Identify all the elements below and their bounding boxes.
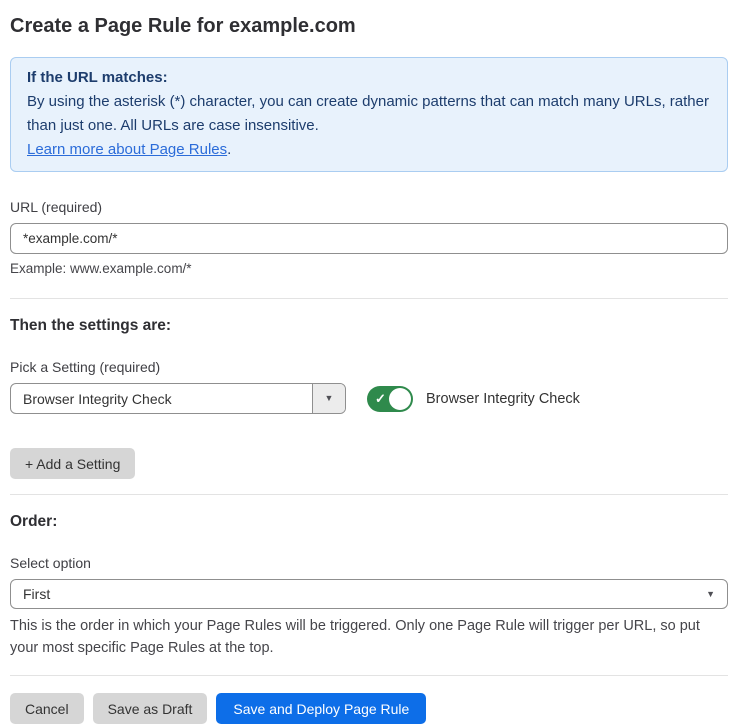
save-as-draft-button[interactable]: Save as Draft xyxy=(93,693,208,724)
divider xyxy=(10,494,728,495)
divider xyxy=(10,675,728,676)
link-period: . xyxy=(227,141,231,158)
toggle-label: Browser Integrity Check xyxy=(426,391,580,407)
info-box-heading: If the URL matches: xyxy=(27,66,711,90)
chevron-down-icon: ▼ xyxy=(706,590,715,599)
setting-row: Browser Integrity Check ▼ ✓ Browser Inte… xyxy=(10,383,728,414)
page-title: Create a Page Rule for example.com xyxy=(10,14,728,38)
url-label: URL (required) xyxy=(10,199,728,215)
order-select[interactable]: First ▼ xyxy=(10,579,728,609)
order-help-text: This is the order in which your Page Rul… xyxy=(10,615,728,659)
url-input[interactable] xyxy=(10,223,728,254)
cancel-button[interactable]: Cancel xyxy=(10,693,84,724)
setting-select-arrow-button[interactable]: ▼ xyxy=(312,384,345,413)
url-example-text: Example: www.example.com/* xyxy=(10,261,728,276)
chevron-down-icon: ▼ xyxy=(325,394,334,403)
pick-setting-label: Pick a Setting (required) xyxy=(10,359,728,375)
select-option-label: Select option xyxy=(10,555,728,571)
settings-section-heading: Then the settings are: xyxy=(10,317,728,335)
setting-select[interactable]: Browser Integrity Check ▼ xyxy=(10,383,346,414)
info-box-link-line: Learn more about Page Rules. xyxy=(27,138,711,162)
browser-integrity-toggle[interactable]: ✓ xyxy=(367,386,413,412)
footer-actions: Cancel Save as Draft Save and Deploy Pag… xyxy=(10,693,728,724)
url-match-info-box: If the URL matches: By using the asteris… xyxy=(10,57,728,172)
info-box-body: By using the asterisk (*) character, you… xyxy=(27,90,711,138)
check-icon: ✓ xyxy=(375,391,386,407)
setting-select-value: Browser Integrity Check xyxy=(11,384,312,413)
page-rule-form: Create a Page Rule for example.com If th… xyxy=(0,0,750,724)
learn-more-link[interactable]: Learn more about Page Rules xyxy=(27,141,227,158)
toggle-knob xyxy=(389,388,411,410)
divider xyxy=(10,298,728,299)
add-setting-button[interactable]: + Add a Setting xyxy=(10,448,135,479)
save-and-deploy-button[interactable]: Save and Deploy Page Rule xyxy=(216,693,426,724)
order-section-heading: Order: xyxy=(10,513,728,531)
order-select-value: First xyxy=(23,586,50,602)
